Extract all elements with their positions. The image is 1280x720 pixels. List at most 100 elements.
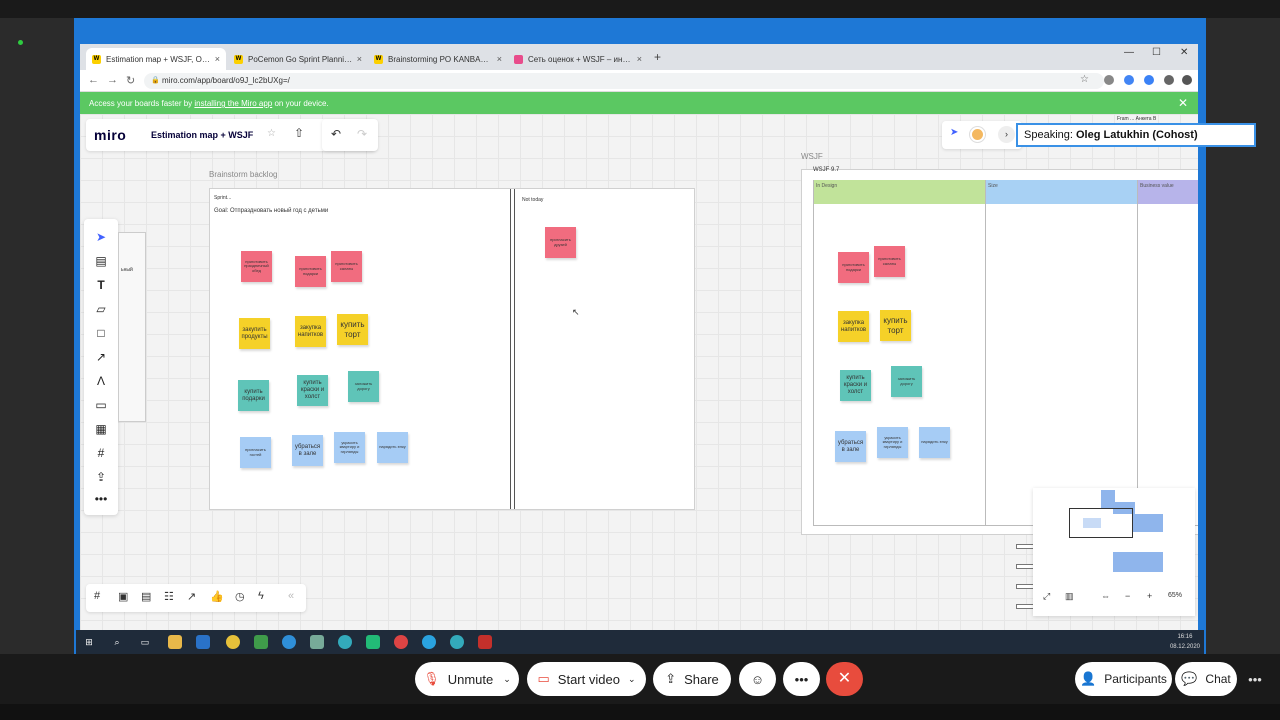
miro-logo[interactable]: miro [94, 127, 126, 143]
taskbar-clock[interactable]: 16:16 08.12.2020 [1170, 632, 1200, 652]
extension-icon[interactable] [1144, 75, 1154, 85]
sticky-note[interactable]: пригласить друзей [545, 227, 576, 258]
chat-button[interactable]: 💬 Chat [1175, 662, 1237, 696]
sticky-note[interactable]: нарядить елку [919, 427, 950, 458]
sticky-note[interactable]: украсить квартиру и гирлянды [877, 427, 908, 458]
sticky-note[interactable]: купить торт [880, 310, 911, 341]
edge-icon[interactable] [282, 635, 296, 649]
sticky-note-icon[interactable]: ▱ [84, 299, 118, 319]
sticky-note[interactable]: купить торт [337, 314, 368, 345]
activity-icon[interactable]: ϟ [258, 590, 264, 602]
forward-icon[interactable]: → [107, 74, 118, 86]
sticky-note[interactable]: купить краски и холст [840, 370, 871, 401]
search-icon[interactable]: ⌕ [110, 635, 124, 649]
sticky-note[interactable]: приготовить салаты [331, 251, 362, 282]
sticky-note[interactable]: пригласить гостей [240, 437, 271, 468]
collaborator-avatar[interactable] [970, 127, 985, 142]
close-window-icon[interactable]: ✕ [1180, 47, 1188, 58]
select-tool-icon[interactable]: ➤ [84, 227, 118, 247]
star-icon[interactable]: ☆ [267, 128, 276, 139]
sticky-note[interactable]: купить краски и холст [297, 375, 328, 406]
close-tab-icon[interactable]: × [215, 54, 220, 64]
board-title[interactable]: Estimation map + WSJF [151, 130, 253, 140]
tab-wsjf-ru[interactable]: Сеть оценок + WSJF – инструм × [508, 48, 648, 70]
app-icon[interactable] [310, 635, 324, 649]
minimap-viewport[interactable] [1069, 508, 1133, 538]
sticky-note[interactable]: украсить квартиру и гирлянды [334, 432, 365, 463]
close-tab-icon[interactable]: × [497, 54, 502, 64]
task-view-icon[interactable]: ▭ [138, 635, 152, 649]
frames-icon[interactable]: # [94, 590, 100, 602]
telegram-icon[interactable] [422, 635, 436, 649]
upload-icon[interactable]: ⇪ [84, 467, 118, 487]
connector-icon[interactable]: ↗ [84, 347, 118, 367]
templates-icon[interactable]: ▤ [84, 251, 118, 271]
pen-icon[interactable]: Λ [84, 371, 118, 391]
more-options-button[interactable]: ••• [783, 662, 820, 696]
share-screen-icon[interactable]: ↗ [187, 590, 196, 603]
acrobat-icon[interactable] [478, 635, 492, 649]
file-explorer-icon[interactable] [168, 635, 182, 649]
map-icon[interactable]: ▥ [1065, 591, 1074, 602]
sticky-note[interactable]: заложить дорогу [891, 366, 922, 397]
outlook-icon[interactable] [196, 635, 210, 649]
comments-icon[interactable]: ▤ [141, 590, 151, 603]
sticky-note[interactable]: нарядить елку [377, 432, 408, 463]
share-upload-icon[interactable]: ⇧ [294, 126, 304, 140]
sticky-note[interactable]: купить подарки [238, 380, 269, 411]
zoom-in-icon[interactable]: + [1147, 591, 1152, 601]
cards-icon[interactable]: ☷ [164, 590, 174, 603]
like-icon[interactable]: 👍 [210, 590, 224, 603]
text-tool-icon[interactable]: T [84, 275, 118, 295]
windows-start-icon[interactable]: ⊞ [82, 635, 96, 649]
participants-button[interactable]: 👤 Participants [1075, 662, 1172, 696]
chevron-down-icon[interactable]: ⌄ [628, 674, 636, 685]
new-tab-icon[interactable]: + [654, 50, 661, 64]
puzzle-icon[interactable] [1164, 75, 1174, 85]
chrome-icon[interactable] [226, 635, 240, 649]
miro-board-canvas[interactable]: miro Estimation map + WSJF ☆ ⇧ ↶ ↷ ➤ › ➤… [80, 114, 1198, 630]
fit-width-icon[interactable]: ⇔ [1101, 591, 1110, 601]
sticky-note[interactable]: заложить дорогу [348, 371, 379, 402]
tab-brainstorming[interactable]: W Brainstorming PO KANBAN Item × [368, 48, 508, 70]
extension-icon[interactable] [1124, 75, 1134, 85]
back-icon[interactable]: ← [88, 74, 99, 86]
zoom-level[interactable]: 65% [1168, 592, 1182, 599]
more-tools-icon[interactable]: ••• [84, 489, 118, 509]
frame-brainstorm-backlog[interactable]: Sprint... Goal: Отпраздновать новый год … [209, 188, 695, 510]
undo-icon[interactable]: ↶ [331, 127, 341, 141]
extension-icon[interactable] [1104, 75, 1114, 85]
comment-icon[interactable]: ▭ [84, 395, 118, 415]
sticky-note[interactable]: приготовить подарки [295, 256, 326, 287]
install-app-link[interactable]: installing the Miro app [194, 99, 272, 108]
start-video-button[interactable]: ▭ Start video ⌄ [527, 662, 646, 696]
fullscreen-icon[interactable]: ⤢ [1043, 591, 1050, 602]
sticky-note[interactable]: убраться в зале [292, 435, 323, 466]
reload-icon[interactable]: ↻ [126, 74, 135, 87]
profile-avatar[interactable] [1182, 75, 1192, 85]
excel-icon[interactable] [254, 635, 268, 649]
collapse-icon[interactable]: « [288, 590, 294, 602]
redo-icon[interactable]: ↷ [357, 127, 367, 141]
frame-wsjf[interactable]: WSJF 9.7 In Design Size Business value п… [801, 167, 1198, 535]
reactions-button[interactable]: ☺ [739, 662, 776, 696]
frame-title-brainstorm[interactable]: Brainstorm backlog [209, 170, 277, 179]
tab-pocemon[interactable]: W PoCemon Go Sprint Planning, Or × [228, 48, 368, 70]
sticky-note[interactable]: закупка напитков [295, 316, 326, 347]
sticky-note[interactable]: закупить продукты [239, 318, 270, 349]
url-input[interactable]: 🔒 miro.com/app/board/o9J_lc2bUXg=/ [144, 73, 1104, 89]
screen-icon[interactable]: ▣ [118, 590, 128, 603]
end-call-button[interactable]: ✕ [826, 662, 863, 696]
close-banner-icon[interactable]: ✕ [1178, 96, 1188, 110]
app-icon[interactable] [366, 635, 380, 649]
sticky-note[interactable]: приготовить подарки [838, 252, 869, 283]
timer-icon[interactable]: ◷ [235, 590, 245, 603]
cursor-flag-icon[interactable]: ➤ [950, 127, 958, 138]
sticky-note[interactable]: приготовить салаты [874, 246, 905, 277]
share-button[interactable]: ⇪ Share [653, 662, 731, 696]
minimap[interactable]: ⤢ ▥ ⇔ − + 65% [1033, 488, 1195, 616]
frame-title-wsjf[interactable]: WSJF [801, 152, 823, 161]
maximize-icon[interactable]: ☐ [1152, 47, 1161, 58]
minimize-icon[interactable]: — [1124, 47, 1134, 58]
zoom-out-icon[interactable]: − [1125, 591, 1130, 601]
